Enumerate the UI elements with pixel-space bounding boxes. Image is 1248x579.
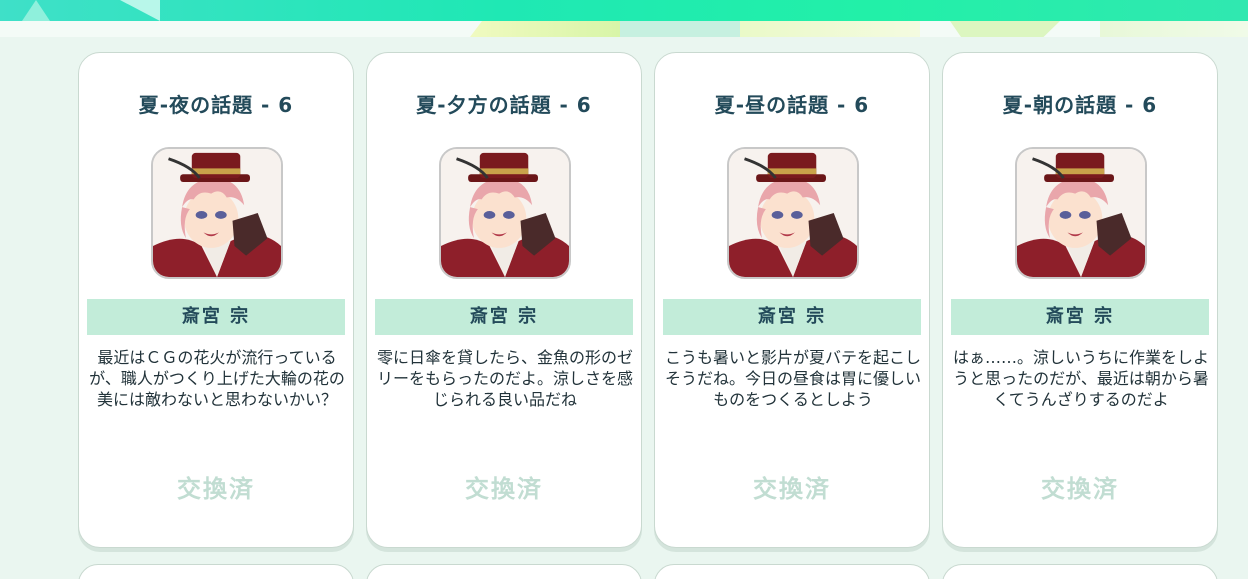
banner-band — [0, 0, 1248, 21]
character-portrait-icon — [439, 147, 571, 279]
exchanged-status: 交換済 — [753, 475, 831, 503]
topic-card[interactable] — [942, 564, 1218, 579]
character-name: 斎宮 宗 — [87, 299, 345, 335]
topic-card[interactable]: 夏-夕方の話題 - 6 斎宮 宗 零に日傘を貸したら、金魚の形のゼリーをもらった… — [366, 52, 642, 548]
topic-card[interactable]: 夏-朝の話題 - 6 斎宮 宗 はぁ……。涼しいうちに作業をしようと思ったのだが… — [942, 52, 1218, 548]
top-banner — [0, 0, 1248, 37]
portrait-art — [441, 149, 569, 277]
banner-decoration — [740, 21, 920, 37]
character-portrait-icon — [151, 147, 283, 279]
card-title: 夏-昼の話題 - 6 — [714, 93, 870, 117]
topic-card[interactable]: 夏-夜の話題 - 6 斎宮 宗 最近はＣＧの花火が流行っているが、職人がつくり上… — [78, 52, 354, 548]
card-title: 夏-朝の話題 - 6 — [1002, 93, 1158, 117]
character-name: 斎宮 宗 — [663, 299, 921, 335]
banner-decoration — [22, 0, 50, 21]
card-title: 夏-夜の話題 - 6 — [138, 93, 294, 117]
portrait-art — [153, 149, 281, 277]
topic-quote: 零に日傘を貸したら、金魚の形のゼリーをもらったのだよ。涼しさを感じられる良い品だ… — [376, 348, 633, 409]
topic-card[interactable]: 夏-昼の話題 - 6 斎宮 宗 こうも暑いと影片が夏バテを起こしそうだね。今日の… — [654, 52, 930, 548]
banner-decoration — [120, 0, 160, 21]
character-name: 斎宮 宗 — [375, 299, 633, 335]
topic-quote: こうも暑いと影片が夏バテを起こしそうだね。今日の昼食は胃に優しいものをつくるとし… — [664, 348, 921, 409]
topic-card[interactable] — [654, 564, 930, 579]
banner-decoration — [950, 21, 1060, 37]
portrait-art — [729, 149, 857, 277]
exchanged-status: 交換済 — [1041, 475, 1119, 503]
exchanged-status: 交換済 — [177, 475, 255, 503]
banner-decoration — [470, 21, 620, 37]
banner-decoration — [620, 21, 740, 37]
card-title: 夏-夕方の話題 - 6 — [416, 93, 592, 117]
character-portrait-icon — [1015, 147, 1147, 279]
exchanged-status: 交換済 — [465, 475, 543, 503]
character-name: 斎宮 宗 — [951, 299, 1209, 335]
banner-decoration — [1100, 21, 1248, 37]
topic-card[interactable] — [78, 564, 354, 579]
topic-card[interactable] — [366, 564, 642, 579]
character-portrait-icon — [727, 147, 859, 279]
topic-quote: はぁ……。涼しいうちに作業をしようと思ったのだが、最近は朝から暑くてうんざりする… — [952, 348, 1209, 409]
topic-quote: 最近はＣＧの花火が流行っているが、職人がつくり上げた大輪の花の美には敵わないと思… — [89, 348, 345, 409]
portrait-art — [1017, 149, 1145, 277]
